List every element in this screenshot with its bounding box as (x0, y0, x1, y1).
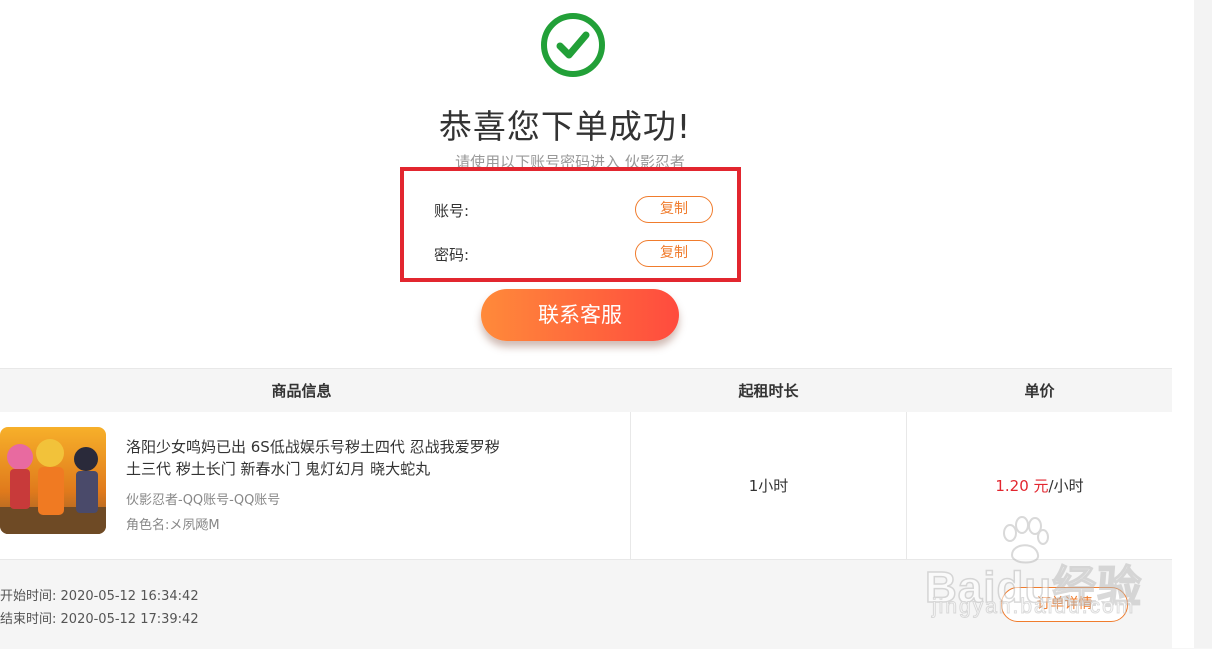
success-title: 恭喜您下单成功! (438, 107, 692, 146)
unit-price: 1.20 元/小时 (907, 475, 1172, 496)
header-rent-duration: 起租时长 (738, 382, 799, 400)
start-time-line: 开始时间: 2020-05-12 16:34:42 (0, 585, 199, 604)
end-time-line: 结束时间: 2020-05-12 17:39:42 (0, 608, 199, 627)
copy-password-button[interactable]: 复制 (635, 240, 713, 267)
end-time-value: 2020-05-12 17:39:42 (60, 612, 199, 627)
account-label: 账号: (434, 202, 470, 220)
product-category: 伙影忍者-QQ账号-QQ账号 (126, 493, 281, 508)
table-row: 洛阳少女鸣妈已出 6S低战娱乐号秽土四代 忍战我爱罗秽土三代 秽土长门 新春水门… (0, 412, 1172, 559)
header-product-info: 商品信息 (271, 382, 332, 400)
product-role-name: 角色名:メ夙飏M (126, 518, 220, 533)
order-table-header: 商品信息 起租时长 单价 (0, 368, 1172, 413)
credential-box: 账号: 复制 密码: 复制 (400, 167, 741, 282)
start-time-value: 2020-05-12 16:34:42 (60, 589, 199, 604)
header-unit-price: 单价 (1024, 382, 1055, 400)
check-circle-icon (541, 13, 605, 77)
password-label: 密码: (434, 246, 470, 264)
right-side-strip (1194, 0, 1212, 648)
order-success-page: 恭喜您下单成功! 请使用以下账号密码进入 伙影忍者 账号: 复制 密码: 复制 … (0, 0, 1172, 649)
price-amount: 1.20 元 (995, 477, 1049, 495)
product-title[interactable]: 洛阳少女鸣妈已出 6S低战娱乐号秽土四代 忍战我爱罗秽土三代 秽土长门 新春水门… (126, 436, 506, 480)
price-unit: /小时 (1048, 477, 1084, 495)
rent-duration: 1小时 (748, 477, 789, 495)
copy-account-button[interactable]: 复制 (635, 196, 713, 223)
end-time-label: 结束时间: (0, 612, 57, 627)
order-time-footer: 开始时间: 2020-05-12 16:34:42 结束时间: 2020-05-… (0, 559, 1172, 649)
start-time-label: 开始时间: (0, 589, 57, 604)
product-thumbnail[interactable] (0, 427, 106, 534)
account-row: 账号: 复制 (404, 195, 737, 225)
order-detail-button[interactable]: 订单详情 (1001, 587, 1128, 622)
contact-service-button[interactable]: 联系客服 (481, 289, 679, 341)
password-row: 密码: 复制 (404, 239, 737, 269)
scroll-gutter (1172, 0, 1194, 648)
